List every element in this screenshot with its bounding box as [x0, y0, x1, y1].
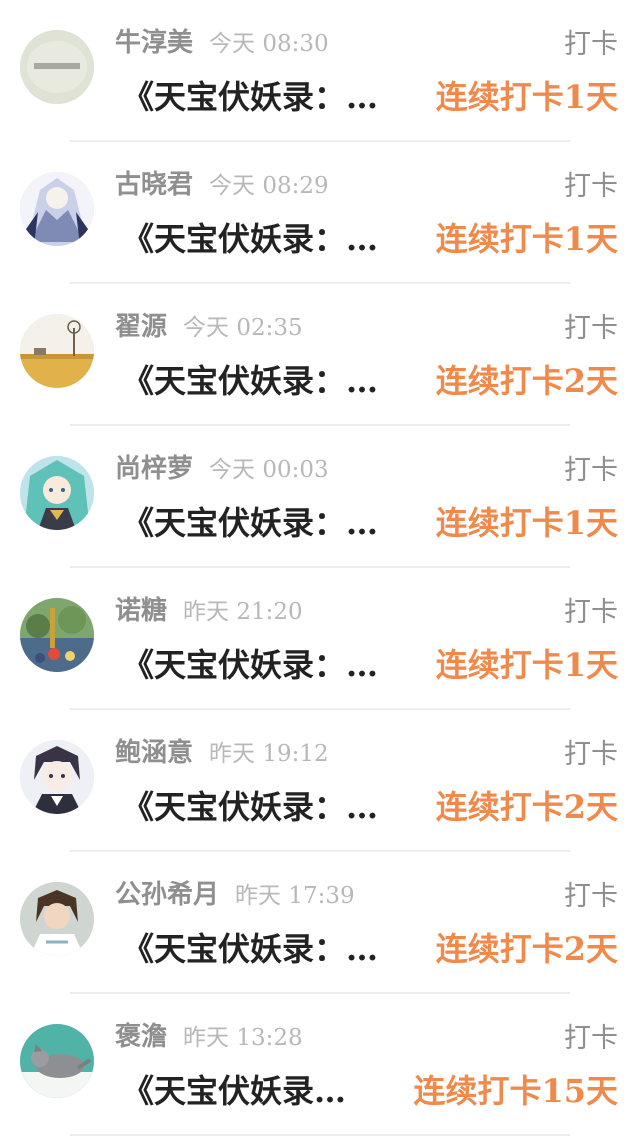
book-title[interactable]: 《天宝伏妖录：…	[122, 924, 378, 970]
checkin-time: 今天 08:30	[209, 31, 329, 57]
book-title[interactable]: 《天宝伏妖录：…	[122, 214, 378, 260]
book-title[interactable]: 《天宝伏妖录：…	[122, 782, 378, 828]
list-item[interactable]: 古晓君 今天 08:29 打卡 《天宝伏妖录：… 连续打卡1天	[0, 142, 640, 284]
checkin-label: 打卡	[564, 313, 618, 344]
book-title[interactable]: 《天宝伏妖录：…	[122, 356, 378, 402]
divider	[70, 1134, 570, 1136]
checkin-time: 今天 08:29	[209, 173, 329, 199]
user-name[interactable]: 古晓君 今天 08:29	[115, 164, 329, 201]
streak-count: 连续打卡15天	[413, 1072, 618, 1110]
checkin-time: 昨天 17:39	[235, 883, 355, 909]
checkin-label: 打卡	[564, 881, 618, 912]
list-item[interactable]: 褒澹 昨天 13:28 打卡 《天宝伏妖录… 连续打卡15天	[0, 994, 640, 1136]
list-item[interactable]: 公孙希月 昨天 17:39 打卡 《天宝伏妖录：… 连续打卡2天	[0, 852, 640, 994]
list-item[interactable]: 诺糖 昨天 21:20 打卡 《天宝伏妖录：… 连续打卡1天	[0, 568, 640, 710]
checkin-time: 今天 02:35	[183, 315, 303, 341]
streak-count: 连续打卡2天	[435, 930, 618, 968]
user-name[interactable]: 翟源 今天 02:35	[115, 306, 303, 343]
streak-count: 连续打卡2天	[435, 362, 618, 400]
checkin-label: 打卡	[564, 739, 618, 770]
user-name[interactable]: 尚梓萝 今天 00:03	[115, 448, 329, 485]
list-item[interactable]: 牛淳美 今天 08:30 打卡 《天宝伏妖录：… 连续打卡1天	[0, 0, 640, 142]
streak-count: 连续打卡1天	[435, 220, 618, 258]
book-title[interactable]: 《天宝伏妖录：…	[122, 498, 378, 544]
avatar[interactable]	[20, 30, 94, 104]
book-title[interactable]: 《天宝伏妖录：…	[122, 72, 378, 118]
user-name[interactable]: 牛淳美 今天 08:30	[115, 22, 329, 59]
checkin-list: 牛淳美 今天 08:30 打卡 《天宝伏妖录：… 连续打卡1天 古晓君 今天 08:…	[0, 0, 640, 1136]
user-name[interactable]: 褒澹 昨天 13:28	[115, 1016, 303, 1053]
avatar[interactable]	[20, 882, 94, 956]
checkin-time: 今天 00:03	[209, 457, 329, 483]
checkin-time: 昨天 13:28	[183, 1025, 303, 1051]
book-title[interactable]: 《天宝伏妖录…	[122, 1066, 346, 1112]
streak-count: 连续打卡1天	[435, 504, 618, 542]
avatar[interactable]	[20, 172, 94, 246]
user-name[interactable]: 鲍涵意 昨天 19:12	[115, 732, 329, 769]
checkin-label: 打卡	[564, 1023, 618, 1054]
checkin-label: 打卡	[564, 29, 618, 60]
avatar[interactable]	[20, 314, 94, 388]
avatar[interactable]	[20, 456, 94, 530]
list-item[interactable]: 尚梓萝 今天 00:03 打卡 《天宝伏妖录：… 连续打卡1天	[0, 426, 640, 568]
avatar[interactable]	[20, 598, 94, 672]
list-item[interactable]: 翟源 今天 02:35 打卡 《天宝伏妖录：… 连续打卡2天	[0, 284, 640, 426]
checkin-time: 昨天 21:20	[183, 599, 303, 625]
checkin-label: 打卡	[564, 597, 618, 628]
checkin-label: 打卡	[564, 171, 618, 202]
list-item[interactable]: 鲍涵意 昨天 19:12 打卡 《天宝伏妖录：… 连续打卡2天	[0, 710, 640, 852]
user-name[interactable]: 公孙希月 昨天 17:39	[115, 874, 355, 911]
streak-count: 连续打卡2天	[435, 788, 618, 826]
avatar[interactable]	[20, 740, 94, 814]
avatar[interactable]	[20, 1024, 94, 1098]
streak-count: 连续打卡1天	[435, 78, 618, 116]
book-title[interactable]: 《天宝伏妖录：…	[122, 640, 378, 686]
checkin-label: 打卡	[564, 455, 618, 486]
streak-count: 连续打卡1天	[435, 646, 618, 684]
user-name[interactable]: 诺糖 昨天 21:20	[115, 590, 303, 627]
checkin-time: 昨天 19:12	[209, 741, 329, 767]
